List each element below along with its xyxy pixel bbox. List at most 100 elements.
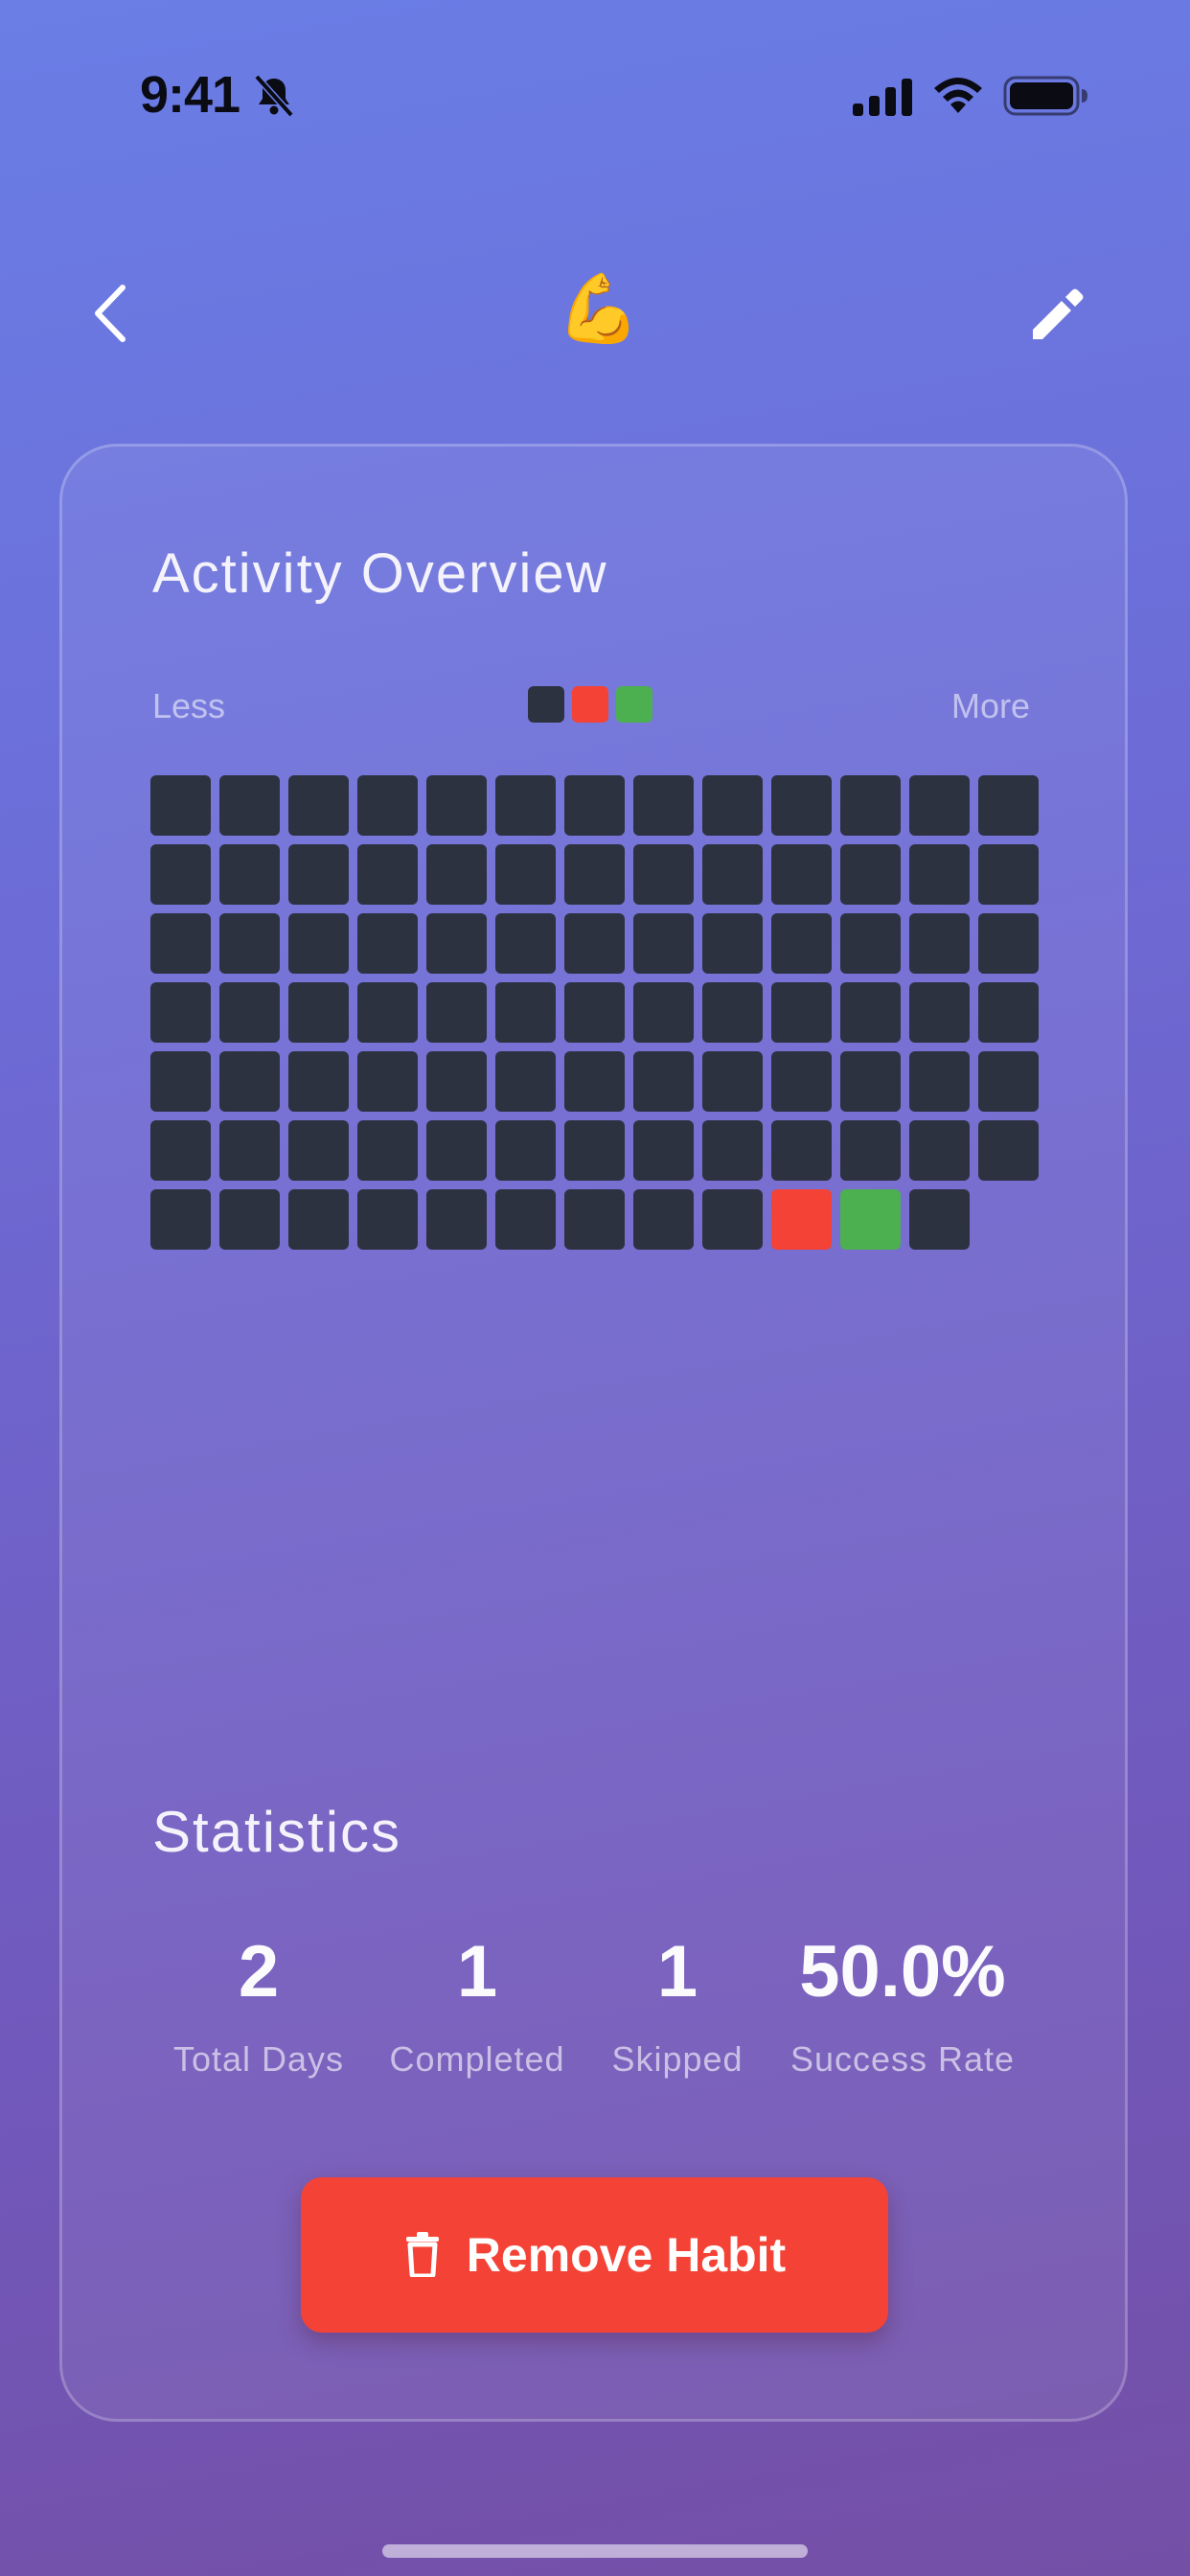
stat-label: Total Days [172,2039,345,2079]
activity-cell-none [288,775,349,836]
activity-cell-none [633,913,694,974]
activity-cell-none [564,775,625,836]
activity-cell-none [702,775,763,836]
activity-cell-none [495,1120,556,1181]
activity-cell-none [357,844,418,905]
activity-cell-none [702,982,763,1043]
activity-cell-none [564,1051,625,1112]
stat-value: 1 [656,1931,698,2012]
activity-cell-none [495,775,556,836]
status-time: 9:41 [140,66,240,124]
activity-cell-none [288,1051,349,1112]
activity-cell-none [771,844,832,905]
activity-cell-none [978,844,1039,905]
activity-cell-none [771,775,832,836]
activity-cell-none [150,1120,211,1181]
activity-cell-none [288,844,349,905]
activity-cell-none [288,1189,349,1250]
activity-cell-none [633,1120,694,1181]
stat-value: 1 [456,1931,498,2012]
activity-cell-none [288,982,349,1043]
activity-cell-none [633,982,694,1043]
habit-emoji: 💪 [557,269,641,348]
activity-cell-none [564,1120,625,1181]
activity-cell-none [978,982,1039,1043]
activity-cell-none [150,982,211,1043]
activity-cell-none [702,844,763,905]
activity-cell-none [771,1120,832,1181]
activity-cell-none [702,1189,763,1250]
activity-cell-none [150,1051,211,1112]
battery-icon [1003,75,1089,122]
activity-cell-none [771,1051,832,1112]
stat-success-rate: 50.0% Success Rate [790,1934,1015,2080]
activity-cell-none [357,982,418,1043]
activity-cell-none [564,1189,625,1250]
activity-cell-none [426,982,487,1043]
activity-cell-none [219,775,280,836]
activity-overview-title: Activity Overview [152,542,608,605]
bell-slash-icon [251,73,297,124]
legend-swatch-skipped [572,686,608,723]
activity-cell-none [702,913,763,974]
stat-value: 2 [238,1931,280,2012]
activity-cell-skipped [771,1189,832,1250]
activity-cell-none [150,775,211,836]
activity-cell-none [495,1051,556,1112]
activity-cell-none [564,844,625,905]
legend-more-label: More [951,686,1031,725]
activity-cell-none [219,913,280,974]
activity-cell-none [564,982,625,1043]
activity-cell-none [978,1120,1039,1181]
activity-grid [150,775,1039,1250]
activity-cell-none [978,1051,1039,1112]
remove-habit-button[interactable]: Remove Habit [301,2177,888,2333]
wifi-icon [931,75,985,122]
chevron-left-icon[interactable] [86,280,134,352]
activity-cell-none [840,982,901,1043]
stat-skipped: 1 Skipped [611,1934,743,2080]
stat-total-days: 2 Total Days [173,1934,344,2080]
activity-cell-none [426,775,487,836]
statistics-title: Statistics [152,1800,402,1864]
activity-cell-none [288,913,349,974]
activity-cell-none [495,913,556,974]
activity-cell-none [978,913,1039,974]
activity-cell-none [633,775,694,836]
stat-completed: 1 Completed [389,1934,564,2080]
trash-icon [403,2231,442,2280]
activity-cell-none [564,913,625,974]
activity-cell-none [426,913,487,974]
activity-cell-none [840,1051,901,1112]
activity-cell-none [357,775,418,836]
activity-cell-none [978,775,1039,836]
activity-cell-none [219,1120,280,1181]
activity-cell-none [633,1051,694,1112]
activity-cell-none [495,1189,556,1250]
activity-cell-none [909,1051,970,1112]
activity-cell-none [909,913,970,974]
activity-cell-none [840,775,901,836]
activity-cell-none [219,1051,280,1112]
activity-cell-none [357,1120,418,1181]
activity-cell-none [426,844,487,905]
activity-cell-none [426,1189,487,1250]
activity-cell-none [840,844,901,905]
activity-cell-none [840,1120,901,1181]
activity-cell-none [219,982,280,1043]
activity-cell-none [909,982,970,1043]
pencil-icon[interactable] [1027,284,1088,350]
activity-cell-none [633,844,694,905]
activity-cell-none [219,844,280,905]
legend-swatch-none [528,686,564,723]
activity-cell-none [495,982,556,1043]
habit-detail-card [59,444,1128,2422]
activity-cell-none [771,982,832,1043]
activity-cell-none [840,913,901,974]
cellular-signal-icon [853,79,914,122]
activity-cell-none [495,844,556,905]
activity-cell-none [357,1189,418,1250]
activity-cell-none [909,1189,970,1250]
activity-cell-none [357,1051,418,1112]
stat-label: Completed [389,2039,565,2079]
